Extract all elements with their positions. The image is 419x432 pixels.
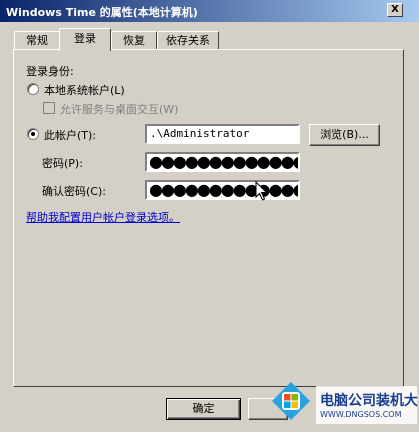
- windows-logo-icon: [272, 382, 310, 420]
- watermark-url: WWW.DNGSOS.COM: [320, 410, 402, 419]
- this-account-radio[interactable]: [27, 128, 39, 140]
- close-button[interactable]: X: [387, 3, 403, 17]
- watermark-brand: 电脑公司装机大师: [320, 393, 419, 409]
- allow-desktop-label: 允许服务与桌面交互(W): [60, 103, 179, 116]
- title-bar[interactable]: Windows Time 的属性(本地计算机) X: [0, 0, 419, 22]
- help-link[interactable]: 帮助我配置用户帐户登录选项。: [26, 209, 180, 225]
- logon-as-label: 登录身份:: [26, 65, 74, 78]
- ok-button[interactable]: 确定: [166, 398, 241, 420]
- confirm-password-label: 确认密码(C):: [42, 185, 106, 198]
- tab-recovery[interactable]: 恢复: [111, 31, 157, 50]
- password-label: 密码(P):: [42, 157, 83, 170]
- tab-general[interactable]: 常规: [14, 31, 60, 50]
- properties-dialog: Windows Time 的属性(本地计算机) X 常规 登录 恢复 依存关系 …: [0, 0, 419, 432]
- confirm-password-input[interactable]: ●●●●●●●●●●●●●●●: [145, 180, 300, 200]
- browse-button[interactable]: 浏览(B)...: [309, 124, 380, 146]
- local-system-radio[interactable]: [27, 83, 39, 95]
- watermark: 电脑公司装机大师 WWW.DNGSOS.COM: [262, 378, 419, 432]
- mouse-cursor-icon: [255, 181, 268, 201]
- allow-desktop-checkbox: [43, 102, 55, 114]
- account-input[interactable]: .\Administrator: [145, 124, 300, 144]
- tab-logon[interactable]: 登录: [59, 28, 111, 51]
- password-input[interactable]: ●●●●●●●●●●●●●●●: [145, 152, 300, 172]
- local-system-label[interactable]: 本地系统帐户(L): [44, 82, 125, 98]
- this-account-label[interactable]: 此帐户(T):: [44, 127, 96, 143]
- window-title: Windows Time 的属性(本地计算机): [6, 6, 198, 19]
- tab-dependencies[interactable]: 依存关系: [157, 31, 219, 50]
